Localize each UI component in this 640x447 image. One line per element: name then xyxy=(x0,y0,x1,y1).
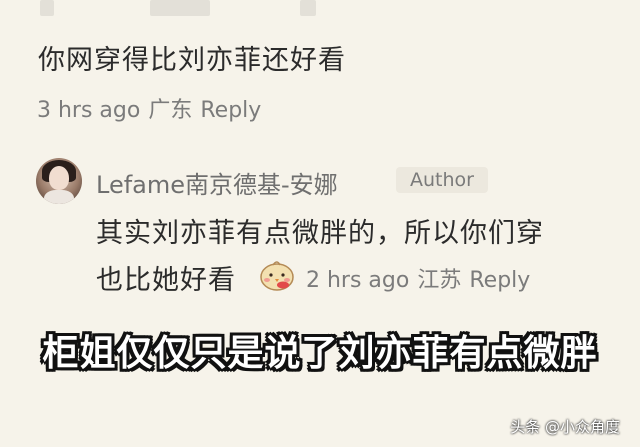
video-caption: 柜姐仅仅只是说了刘亦菲有点微胖 xyxy=(42,333,598,374)
author-reply-time: 2 hrs ago xyxy=(306,268,410,293)
author-reply-location: 江苏 xyxy=(417,268,462,293)
blurred-block xyxy=(40,0,54,16)
avatar[interactable] xyxy=(36,158,82,204)
author-badge: Author xyxy=(396,167,488,193)
reply-button[interactable]: Reply xyxy=(200,98,261,123)
author-name[interactable]: Lefame南京德基-安娜 xyxy=(96,165,338,200)
comment-location: 广东 xyxy=(148,98,193,123)
author-reply-text-line2: 也比她好看 xyxy=(96,265,236,296)
author-reply-text-line1: 其实刘亦菲有点微胖的，所以你们穿 xyxy=(96,218,544,249)
comment-meta: 3 hrs ago 广东 Reply xyxy=(37,92,269,124)
blurred-block xyxy=(150,0,210,16)
watermark: 头条 @小众角度 xyxy=(510,418,620,436)
blurred-block xyxy=(300,0,316,16)
blushing-chick-emoji xyxy=(260,261,294,291)
blurred-previous-content xyxy=(0,0,640,34)
comment-time: 3 hrs ago xyxy=(37,98,141,123)
comment-text: 你网穿得比刘亦菲还好看 xyxy=(38,45,346,76)
author-reply-meta: 2 hrs ago 江苏 Reply xyxy=(306,262,538,294)
author-reply-button[interactable]: Reply xyxy=(469,268,530,293)
